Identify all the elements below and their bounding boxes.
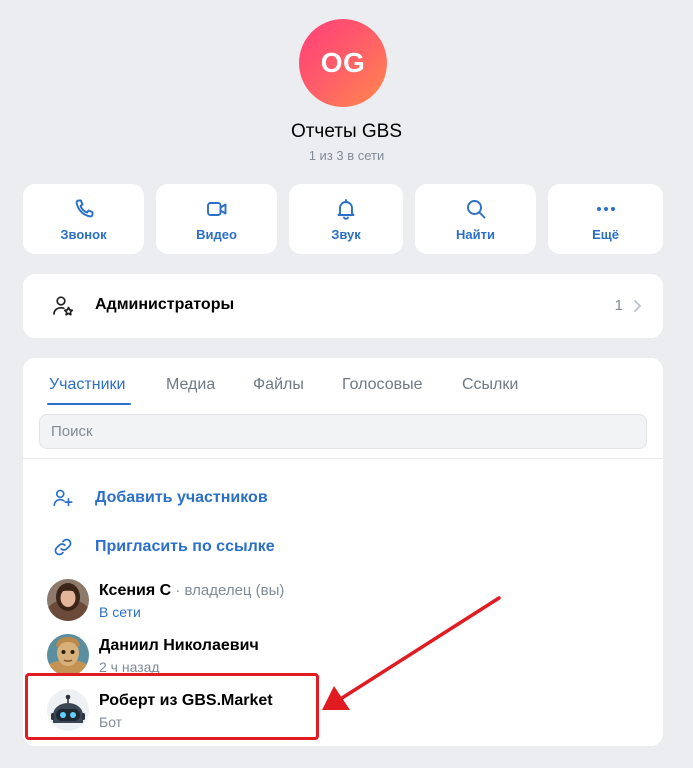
chat-header: OG Отчеты GBS 1 из 3 в сети [0, 0, 693, 180]
tab-members[interactable]: Участники [49, 376, 125, 394]
avatar [47, 579, 89, 621]
member-name-text: Ксения С [99, 582, 172, 599]
member-status: 2 ч назад [99, 659, 160, 675]
chat-online-status: 1 из 3 в сети [308, 148, 385, 163]
member-name: Роберт из GBS.Market [99, 692, 273, 709]
member-status: В сети [99, 604, 141, 620]
members-panel: Участники Медиа Файлы Голосовые Ссылки Д… [23, 358, 663, 746]
phone-icon [75, 199, 93, 217]
more-button-label: Ещё [592, 226, 619, 242]
video-button[interactable]: Видео [156, 184, 277, 254]
more-dots-icon [596, 206, 615, 211]
tab-links[interactable]: Ссылки [462, 376, 518, 394]
member-role: · владелец (вы) [171, 582, 285, 599]
member-status: Бот [99, 714, 123, 730]
invite-link-label: Пригласить по ссылке [95, 538, 275, 555]
add-user-icon [53, 489, 73, 507]
member-name: Ксения С · владелец (вы) [99, 582, 284, 600]
add-members-label: Добавить участников [95, 489, 268, 506]
member-row[interactable]: Даниил Николаевич 2 ч назад [23, 634, 663, 688]
link-icon [54, 538, 72, 556]
action-bar: Звонок Видео Звук Найти Ещё [0, 184, 693, 254]
video-button-label: Видео [196, 226, 237, 242]
administrators-row[interactable]: Администраторы 1 [23, 274, 663, 338]
avatar [47, 689, 89, 731]
administrators-count: 1 [614, 297, 623, 314]
divider [23, 458, 663, 459]
add-members-button[interactable]: Добавить участников [23, 477, 663, 521]
tab-voice[interactable]: Голосовые [342, 376, 423, 394]
call-button-label: Звонок [60, 226, 107, 242]
search-input[interactable] [39, 414, 647, 449]
sound-button[interactable]: Звук [289, 184, 403, 254]
search-icon [466, 199, 485, 218]
members-tabs: Участники Медиа Файлы Голосовые Ссылки [23, 358, 663, 406]
invite-link-button[interactable]: Пригласить по ссылке [23, 526, 663, 570]
tab-files[interactable]: Файлы [253, 376, 304, 394]
sound-button-label: Звук [331, 226, 361, 242]
bell-icon [337, 198, 355, 220]
find-button-label: Найти [456, 226, 495, 242]
administrators-label: Администраторы [95, 296, 235, 313]
member-name: Даниил Николаевич [99, 637, 259, 654]
find-button[interactable]: Найти [415, 184, 536, 254]
chevron-right-icon [634, 300, 641, 312]
more-button[interactable]: Ещё [548, 184, 663, 254]
member-row[interactable]: Роберт из GBS.Market Бот [23, 689, 663, 743]
tab-media[interactable]: Медиа [166, 376, 215, 394]
chat-avatar[interactable]: OG [299, 19, 387, 107]
member-row[interactable]: Ксения С · владелец (вы) В сети [23, 579, 663, 633]
user-star-icon [53, 296, 74, 316]
video-icon [206, 201, 226, 216]
active-tab-indicator [47, 403, 131, 405]
chat-title: Отчеты GBS [290, 121, 403, 142]
call-button[interactable]: Звонок [23, 184, 144, 254]
avatar [47, 634, 89, 676]
